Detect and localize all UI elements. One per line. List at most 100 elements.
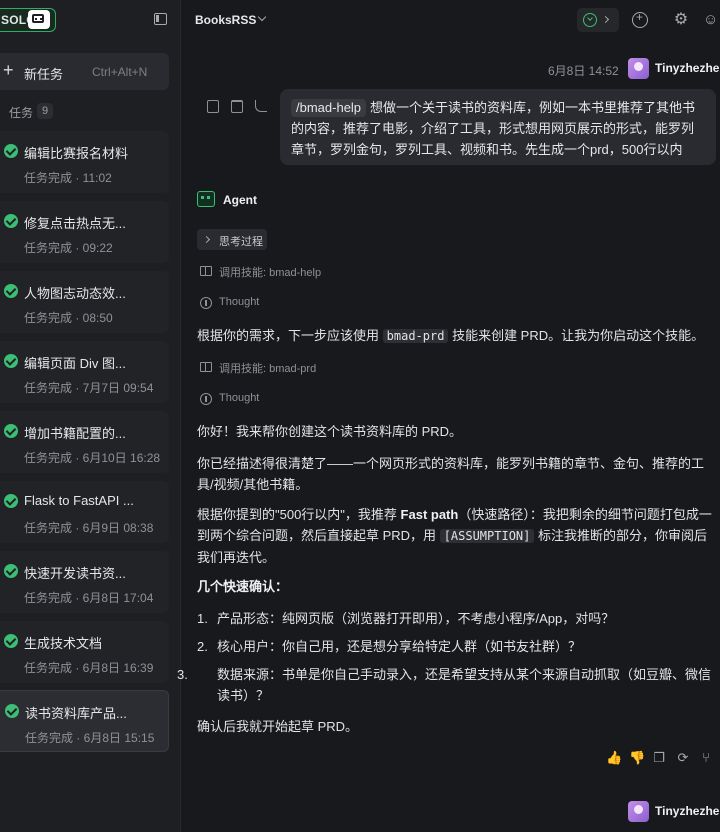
message-time: 6月8日 14:52 xyxy=(548,64,619,78)
solo-mode-badge[interactable]: SOLO xyxy=(0,8,56,32)
thought-label: Thought xyxy=(219,296,260,308)
avatar xyxy=(628,58,649,79)
plus-icon: + xyxy=(3,60,14,80)
sidebar-header: SOLO xyxy=(0,8,181,34)
agent-paragraph: 根据你提到的"500行以内"，我推荐 Fast path（快速路径）：我把剩余的… xyxy=(197,504,717,568)
task-meta: 任务完成 · 6月10日 16:28 xyxy=(24,451,161,465)
list-item: 1. 产品形态：纯网页版（浏览器打开即用），不考虑小程序/App，对吗？ xyxy=(197,608,717,629)
text-span: 数据来源：书单是你自己手动录入，还是希望支持从某个来源自动抓取（如豆瓣、微信读书… xyxy=(217,667,712,703)
task-item[interactable]: 生成技术文档 任务完成 · 6月8日 16:39 xyxy=(0,621,169,683)
task-meta: 任务完成 · 11:02 xyxy=(24,171,112,185)
user-name: Tinyzhezhe xyxy=(655,804,720,818)
check-circle-icon xyxy=(4,424,18,438)
text-span: 核心用户：你自己用，还是想分享给特定人群（如书友社群）？ xyxy=(217,639,582,654)
task-item[interactable]: 编辑页面 Div 图... 任务完成 · 7月7日 09:54 xyxy=(0,341,169,403)
skill-step-text: 调用技能: bmad-help xyxy=(219,267,322,279)
task-meta: 任务完成 · 6月9日 08:38 xyxy=(24,521,154,535)
agent-name: Agent xyxy=(223,193,257,207)
task-item[interactable]: 人物图志动态效... 任务完成 · 08:50 xyxy=(0,271,169,333)
list-number: 3. xyxy=(177,667,188,682)
new-chat-icon[interactable] xyxy=(632,10,648,28)
copy-icon[interactable] xyxy=(207,100,219,113)
list-item: 3. 数据来源：书单是你自己手动录入，还是希望支持从某个来源自动抓取（如豆瓣、微信… xyxy=(177,664,717,706)
task-item-active[interactable]: 读书资料库产品... 任务完成 · 6月8日 15:15 xyxy=(0,690,169,752)
user-icon[interactable]: ☺ xyxy=(703,12,719,28)
task-item[interactable]: 修复点击热点无... 任务完成 · 09:22 xyxy=(0,201,169,263)
avatar xyxy=(628,801,649,822)
trash-icon[interactable] xyxy=(231,100,243,113)
refresh-icon[interactable]: ⟳ xyxy=(676,751,690,765)
text-span: 根据你提到的"500行以内"，我推荐 xyxy=(197,507,397,522)
check-circle-icon xyxy=(4,354,18,368)
check-circle-icon xyxy=(4,634,18,648)
task-item[interactable]: 快速开发读书资... 任务完成 · 6月8日 17:04 xyxy=(0,551,169,613)
check-circle-icon xyxy=(4,494,18,508)
thumbs-up-icon[interactable]: 👍 xyxy=(606,751,622,765)
task-title: 修复点击热点无... xyxy=(24,216,126,231)
inline-code: [ASSUMPTION] xyxy=(439,529,535,543)
task-meta: 任务完成 · 6月8日 17:04 xyxy=(24,591,154,605)
chevron-right-icon xyxy=(202,235,211,244)
task-title: 读书资料库产品... xyxy=(25,706,127,721)
chevron-right-icon xyxy=(601,15,610,24)
thought-label: Thought xyxy=(219,392,260,404)
text-span: 根据你的需求，下一步应该使用 xyxy=(197,328,380,343)
next-user-message-header: Tinyzhezhe xyxy=(181,800,720,824)
download-icon xyxy=(583,13,597,27)
task-meta: 任务完成 · 09:22 xyxy=(24,241,113,255)
sidebar: SOLO + 新任务 Ctrl+Alt+N 任务 9 编辑比赛报名材料 任务完成… xyxy=(0,0,181,832)
check-circle-icon xyxy=(5,704,19,718)
agent-paragraph: 你好！我来帮你创建这个读书资料库的 PRD。 xyxy=(197,424,463,439)
thumbs-down-icon[interactable]: 👎 xyxy=(629,751,645,765)
chevron-down-icon[interactable] xyxy=(257,12,267,22)
task-title: 增加书籍配置的... xyxy=(24,426,126,441)
new-task-label: 新任务 xyxy=(24,67,64,82)
new-task-button[interactable]: + 新任务 Ctrl+Alt+N xyxy=(0,53,169,90)
info-icon xyxy=(200,297,212,309)
user-message-header: 6月8日 14:52 Tinyzhezhe xyxy=(181,57,720,81)
task-item[interactable]: 增加书籍配置的... 任务完成 · 6月10日 16:28 xyxy=(0,411,169,473)
book-icon xyxy=(200,362,212,372)
task-meta: 任务完成 · 6月8日 15:15 xyxy=(25,731,155,745)
thinking-toggle[interactable]: 思考过程 xyxy=(197,229,267,250)
task-title: 编辑页面 Div 图... xyxy=(24,356,126,371)
task-meta: 任务完成 · 08:50 xyxy=(24,311,113,325)
sidebar-toggle-icon[interactable] xyxy=(154,13,167,25)
inline-code: bmad-prd xyxy=(382,329,449,343)
task-title: 人物图志动态效... xyxy=(24,286,126,301)
book-icon xyxy=(200,266,212,276)
branch-icon[interactable]: ⑂ xyxy=(699,751,713,765)
copy-icon[interactable]: ❐ xyxy=(652,751,666,765)
user-name: Tinyzhezhe xyxy=(655,61,720,75)
bold-text: Fast path xyxy=(400,507,459,522)
text-span: 产品形态：纯网页版（浏览器打开即用），不考虑小程序/App，对吗？ xyxy=(217,611,615,626)
repo-name[interactable]: BooksRSS xyxy=(195,13,256,27)
command-chip: /bmad-help xyxy=(291,99,367,117)
user-message-bubble: /bmad-help 想做一个关于读书的资料库，例如一本书里推荐了其他书的内容，推… xyxy=(280,89,716,165)
agent-paragraph: 确认后我就开始起草 PRD。 xyxy=(197,719,359,734)
sync-status-button[interactable] xyxy=(577,8,619,32)
task-title: 编辑比赛报名材料 xyxy=(24,146,129,161)
task-meta: 任务完成 · 6月8日 16:39 xyxy=(24,661,154,675)
task-item[interactable]: Flask to FastAPI ... 任务完成 · 6月9日 08:38 xyxy=(0,481,169,543)
agent-paragraph: 根据你的需求，下一步应该使用 bmad-prd 技能来创建 PRD。让我为你启动… xyxy=(197,325,717,347)
task-item[interactable]: 编辑比赛报名材料 任务完成 · 11:02 xyxy=(0,131,169,193)
undo-icon[interactable] xyxy=(255,100,267,112)
check-circle-icon xyxy=(4,284,18,298)
check-circle-icon xyxy=(4,144,18,158)
top-bar: BooksRSS ⚙ ☺ xyxy=(181,0,720,40)
skill-step-text: 调用技能: bmad-prd xyxy=(219,363,317,375)
info-icon xyxy=(200,393,212,405)
list-item: 2. 核心用户：你自己用，还是想分享给特定人群（如书友社群）？ xyxy=(197,636,717,657)
thinking-label: 思考过程 xyxy=(219,236,263,248)
new-task-shortcut: Ctrl+Alt+N xyxy=(92,65,148,79)
gear-icon[interactable]: ⚙ xyxy=(673,12,689,28)
task-meta: 任务完成 · 7月7日 09:54 xyxy=(24,381,154,395)
list-number: 1. xyxy=(197,611,208,626)
check-circle-icon xyxy=(4,564,18,578)
agent-logo-icon xyxy=(197,191,215,207)
chat-panel: 6月8日 14:52 Tinyzhezhe /bmad-help 想做一个关于读书… xyxy=(177,40,720,832)
agent-paragraph: 你已经描述得很清楚了——一个网页形式的资料库，能罗列书籍的章节、金句、推荐的工具… xyxy=(197,456,705,492)
task-title: 快速开发读书资... xyxy=(24,566,126,581)
confirm-header: 几个快速确认： xyxy=(197,579,289,594)
